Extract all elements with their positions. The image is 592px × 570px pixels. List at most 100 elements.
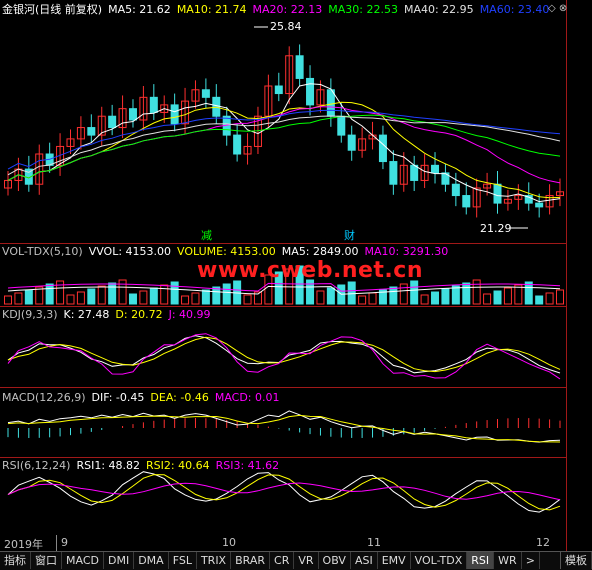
tab-vol-tdx[interactable]: VOL-TDX: [411, 552, 468, 569]
volume-bar: [524, 281, 533, 305]
volume-bar: [222, 283, 231, 305]
volume-bar: [410, 280, 419, 305]
tab-wr[interactable]: WR: [494, 552, 522, 569]
tab-dma[interactable]: DMA: [134, 552, 169, 569]
watermark: www.cweb.net.cn: [197, 258, 423, 283]
volume-bar: [181, 295, 190, 305]
top-controls[interactable]: ◇ ⊗: [548, 3, 567, 14]
volume-bar: [66, 294, 75, 305]
tab-fsl[interactable]: FSL: [169, 552, 197, 569]
volume-bar: [483, 293, 492, 305]
candle-body: [108, 115, 117, 129]
date-year: 2019年: [4, 538, 43, 551]
tab-macd[interactable]: MACD: [62, 552, 104, 569]
candle-body: [410, 164, 419, 181]
ma-line: [7, 83, 561, 203]
candle-body: [462, 195, 471, 208]
volume-bar: [358, 295, 367, 305]
volume-bar: [139, 290, 148, 305]
volume-bar: [45, 283, 54, 305]
candle-body: [295, 55, 304, 79]
macd-dif-line: [7, 410, 561, 443]
volume-bar: [535, 295, 544, 305]
candle-body: [306, 77, 315, 106]
ma-line: [7, 109, 561, 170]
tab-rsi[interactable]: RSI: [467, 552, 495, 569]
macd-dea-line: [7, 414, 561, 443]
candle-body: [431, 164, 440, 174]
volume-bar: [160, 284, 169, 305]
candle-body: [378, 134, 387, 163]
tab-cr[interactable]: CR: [270, 552, 295, 569]
volume-bar: [368, 292, 377, 305]
tab-brar[interactable]: BRAR: [231, 552, 271, 569]
tab-more[interactable]: >: [522, 552, 540, 569]
candle-body: [347, 134, 356, 151]
candle-body: [128, 108, 137, 121]
rsi1-line: [7, 471, 561, 513]
rsi3-line: [7, 482, 561, 501]
tab-emv[interactable]: EMV: [378, 552, 411, 569]
volume-bar: [399, 283, 408, 305]
volume-bar: [14, 292, 23, 305]
rsi-chart[interactable]: [0, 458, 566, 535]
kdj-k-line: [7, 335, 561, 374]
volume-bar: [514, 284, 523, 305]
volume-bar: [87, 288, 96, 305]
candle-body: [233, 134, 242, 155]
volume-bar: [441, 288, 450, 305]
volume-bar: [191, 292, 200, 305]
tab-vr[interactable]: VR: [294, 552, 319, 569]
date-sep: [56, 535, 57, 551]
volume-bar: [4, 295, 12, 305]
candle-body: [201, 89, 210, 98]
volume-bar: [128, 293, 137, 305]
volume-bar: [108, 282, 117, 305]
volume-bar: [431, 291, 440, 305]
candle-body: [170, 104, 179, 125]
volume-bar: [545, 292, 554, 305]
volume-bar: [451, 285, 460, 305]
tab-dmi[interactable]: DMI: [104, 552, 135, 569]
volume-bar: [493, 290, 502, 305]
candle-body: [326, 89, 335, 117]
volume-bar: [149, 287, 158, 305]
tab-asi[interactable]: ASI: [351, 552, 378, 569]
tab-obv[interactable]: OBV: [319, 552, 351, 569]
candle-body: [451, 183, 460, 197]
kdj-chart[interactable]: [0, 307, 566, 387]
tab-window[interactable]: 窗口: [31, 552, 62, 569]
volume-bar: [462, 282, 471, 305]
kdj-j-line: [7, 333, 561, 380]
indicator-tab-bar[interactable]: 指标 窗口 MACD DMI DMA FSL TRIX BRAR CR VR OBV ASI EMV VO…: [0, 551, 592, 570]
kdj-d-line: [7, 336, 561, 373]
date-month-10: 10: [222, 536, 236, 549]
tab-trix[interactable]: TRIX: [197, 552, 232, 569]
candle-body: [149, 96, 158, 113]
kline-chart[interactable]: [0, 0, 566, 243]
tab-template[interactable]: 模板: [560, 552, 592, 569]
volume-bar: [212, 286, 221, 305]
date-month-12: 12: [536, 536, 550, 549]
volume-bar: [326, 287, 335, 305]
volume-bar: [201, 289, 210, 305]
volume-bar: [316, 290, 325, 305]
volume-bar: [420, 294, 429, 305]
volume-bar: [170, 281, 179, 305]
volume-bar: [347, 281, 356, 305]
right-scrollbar[interactable]: [566, 0, 592, 551]
tab-indicator[interactable]: 指标: [0, 552, 31, 569]
macd-chart[interactable]: [0, 388, 566, 457]
volume-bar: [76, 291, 85, 305]
candle-body: [87, 127, 96, 136]
candle-body: [389, 161, 398, 185]
date-axis: 2019年 9 10 11 12: [0, 535, 566, 551]
volume-bar: [24, 289, 33, 305]
volume-bar: [389, 286, 398, 305]
volume-bar: [556, 289, 564, 305]
volume-bar: [97, 285, 106, 305]
candle-body: [337, 115, 346, 136]
date-month-9: 9: [61, 536, 68, 549]
candle-body: [535, 202, 544, 208]
volume-bar: [503, 287, 512, 305]
